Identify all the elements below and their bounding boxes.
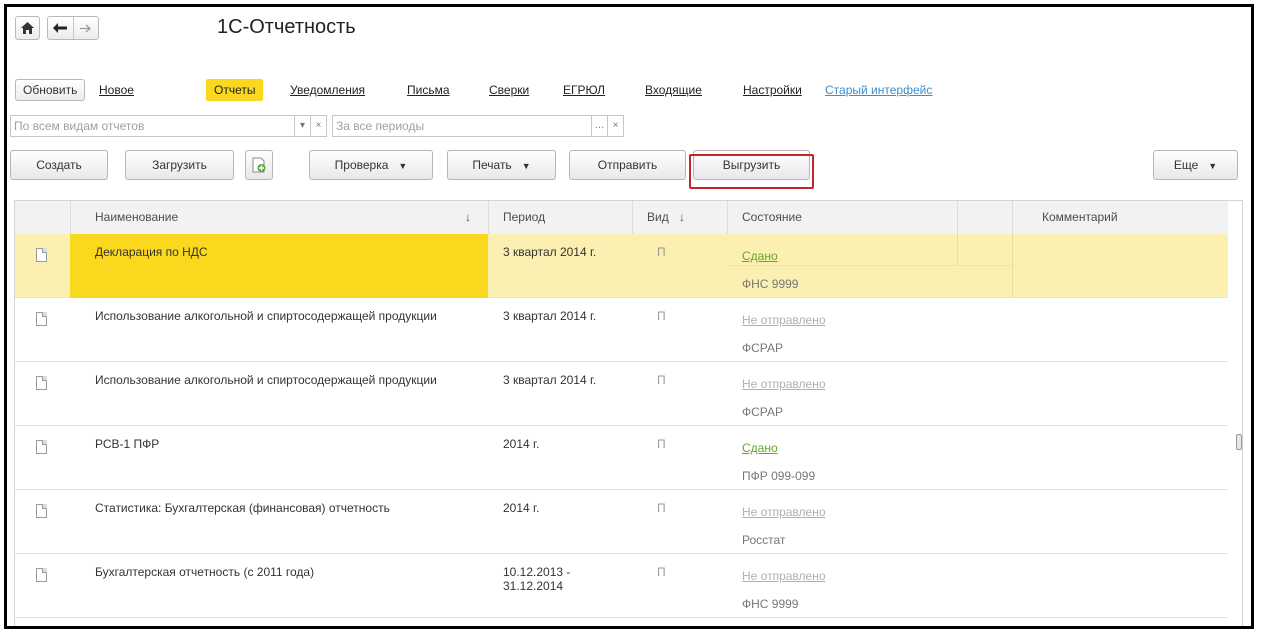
create-button[interactable]: Создать — [10, 150, 108, 180]
table-row[interactable]: Бухгалтерская отчетность (с 2011 года) 1… — [15, 554, 1228, 618]
report-name: Использование алкогольной и спиртосодерж… — [95, 373, 437, 387]
add-document-icon — [252, 157, 266, 173]
back-button[interactable] — [48, 17, 74, 39]
header-period[interactable]: Период — [503, 201, 545, 234]
close-icon: × — [315, 120, 322, 131]
add-file-button[interactable] — [245, 150, 273, 180]
status-link[interactable]: Не отправлено — [742, 377, 826, 391]
table-row[interactable]: Статистика: Бухгалтерская (финансовая) о… — [15, 490, 1228, 554]
status-link[interactable]: Не отправлено — [742, 313, 826, 327]
more-label: Еще — [1173, 158, 1199, 172]
print-dropdown[interactable]: Печать ▼ — [447, 150, 556, 180]
report-period: 10.12.2013 - 31.12.2014 — [503, 565, 571, 593]
report-kind: П — [657, 373, 666, 387]
refresh-button[interactable]: Обновить — [15, 79, 86, 101]
recipient: ПФР 099-099 — [742, 469, 816, 483]
history-nav — [47, 16, 99, 40]
report-name: РСВ-1 ПФР — [95, 437, 160, 451]
recipient: ФСРАР — [742, 405, 783, 419]
table-row[interactable]: Использование алкогольной и спиртосодерж… — [15, 298, 1228, 362]
report-type-filter[interactable]: По всем видам отчетов — [10, 115, 295, 137]
header-state[interactable]: Состояние — [742, 201, 802, 234]
report-name: Использование алкогольной и спиртосодерж… — [95, 309, 437, 323]
document-icon — [36, 568, 47, 582]
status-link[interactable]: Не отправлено — [742, 569, 826, 583]
report-name: Статистика: Бухгалтерская (финансовая) о… — [95, 501, 390, 515]
report-kind: П — [657, 245, 666, 259]
chevron-down-icon: ▾ — [299, 120, 306, 131]
recipient: ФСРАР — [742, 341, 783, 355]
window-title: 1С-Отчетность — [217, 16, 356, 38]
report-kind: П — [657, 501, 666, 515]
forward-button[interactable] — [74, 17, 98, 39]
report-period: 2014 г. — [503, 501, 540, 515]
document-icon — [36, 312, 47, 326]
home-icon — [21, 22, 34, 34]
chevron-down-icon: ▼ — [1208, 161, 1218, 171]
selected-cell — [70, 234, 488, 298]
menu-reconciliations[interactable]: Сверки — [489, 79, 529, 101]
menu-incoming[interactable]: Входящие — [645, 79, 702, 101]
clear-period-button[interactable]: × — [608, 115, 624, 137]
document-icon — [36, 376, 47, 390]
period-filter[interactable]: За все периоды — [332, 115, 592, 137]
reports-table: Наименование ↓ Период Вид ↓ Состояние Ко… — [14, 200, 1243, 626]
export-button[interactable]: Выгрузить — [693, 150, 810, 180]
menu-settings[interactable]: Настройки — [743, 79, 802, 101]
dropdown-button[interactable]: ▾ — [295, 115, 311, 137]
table-row[interactable]: Декларация по НДС 3 квартал 2014 г. П Сд… — [15, 234, 1228, 298]
report-kind: П — [657, 309, 666, 323]
table-row[interactable]: Использование алкогольной и спиртосодерж… — [15, 362, 1228, 426]
report-period: 2014 г. — [503, 437, 540, 451]
header-kind[interactable]: Вид — [647, 201, 669, 234]
recipient: Росстат — [742, 533, 786, 547]
load-button[interactable]: Загрузить — [125, 150, 234, 180]
document-icon — [36, 440, 47, 454]
scrollbar-track[interactable] — [1228, 201, 1242, 626]
scrollbar-thumb[interactable] — [1236, 434, 1242, 450]
header-comment[interactable]: Комментарий — [1042, 201, 1118, 234]
send-button[interactable]: Отправить — [569, 150, 686, 180]
report-name: Бухгалтерская отчетность (с 2011 года) — [95, 565, 315, 579]
recipient: ФНС 9999 — [742, 597, 799, 611]
status-link[interactable]: Сдано — [742, 249, 778, 263]
arrow-left-icon — [53, 23, 67, 33]
document-icon — [36, 504, 47, 518]
status-link[interactable]: Сдано — [742, 441, 778, 455]
table-header: Наименование ↓ Период Вид ↓ Состояние Ко… — [15, 201, 1228, 235]
menu-new[interactable]: Новое — [99, 79, 134, 101]
tab-reports[interactable]: Отчеты — [206, 79, 264, 101]
close-icon: × — [612, 120, 619, 131]
recipient: ФНС 9999 — [742, 277, 799, 291]
menu-letters[interactable]: Письма — [407, 79, 450, 101]
report-name: Декларация по НДС — [95, 245, 208, 259]
sort-arrow-icon: ↓ — [679, 210, 685, 224]
report-kind: П — [657, 437, 666, 451]
status-link[interactable]: Не отправлено — [742, 505, 826, 519]
arrow-right-icon — [80, 24, 91, 33]
home-button[interactable] — [15, 16, 40, 40]
sort-arrow-icon: ↓ — [465, 210, 471, 224]
check-label: Проверка — [334, 158, 389, 172]
more-dropdown[interactable]: Еще ▼ — [1153, 150, 1238, 180]
header-name[interactable]: Наименование — [95, 201, 178, 234]
clear-button[interactable]: × — [311, 115, 327, 137]
menu-notifications[interactable]: Уведомления — [290, 79, 365, 101]
ellipsis-icon: … — [594, 120, 605, 131]
old-interface-link[interactable]: Старый интерфейс — [825, 79, 932, 101]
report-period: 3 квартал 2014 г. — [503, 373, 597, 387]
table-row[interactable]: РСВ-1 ПФР 2014 г. П Сдано ПФР 099-099 — [15, 426, 1228, 490]
select-period-button[interactable]: … — [592, 115, 608, 137]
report-period: 3 квартал 2014 г. — [503, 245, 597, 259]
chevron-down-icon: ▼ — [398, 161, 408, 171]
check-dropdown[interactable]: Проверка ▼ — [309, 150, 433, 180]
report-kind: П — [657, 565, 666, 579]
report-period: 3 квартал 2014 г. — [503, 309, 597, 323]
menu-egrul[interactable]: ЕГРЮЛ — [563, 79, 605, 101]
print-label: Печать — [472, 158, 512, 172]
app-window: 1С-Отчетность Обновить Новое Отчеты Увед… — [4, 4, 1254, 629]
chevron-down-icon: ▼ — [521, 161, 531, 171]
document-icon — [36, 248, 47, 262]
